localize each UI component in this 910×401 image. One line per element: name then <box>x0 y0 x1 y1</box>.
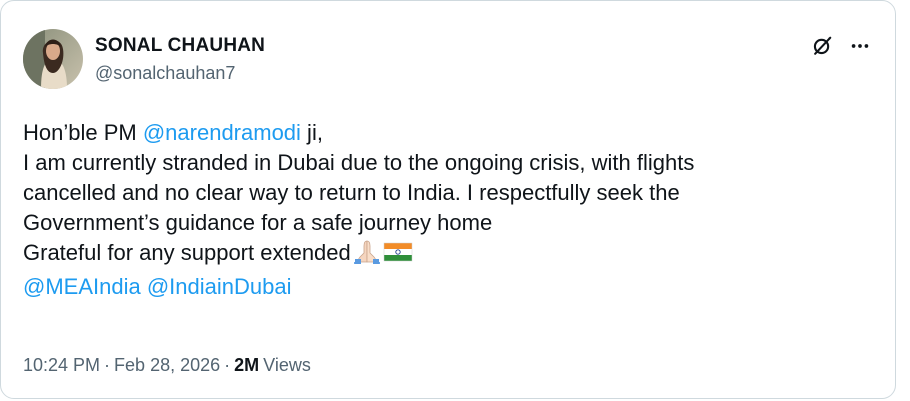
avatar[interactable] <box>23 29 83 89</box>
tweet-line-4: Government’s guidance for a safe journey… <box>23 210 493 235</box>
tweet-time[interactable]: 10:24 PM <box>23 355 100 376</box>
author-handle[interactable]: @sonalchauhan7 <box>95 63 265 84</box>
folded-hands-emoji-icon <box>352 238 382 272</box>
tweet-meta: 10:24 PM · Feb 28, 2026 · 2M Views <box>23 355 311 376</box>
grateful-text: Grateful for any support extended <box>23 240 351 265</box>
tweet-header: SONAL CHAUHAN @sonalchauhan7 <box>23 29 265 89</box>
mention-meaindia[interactable]: @MEAIndia <box>23 274 141 299</box>
tweet-line-1: Hon’ble PM @narendramodi ji, <box>23 118 873 148</box>
tweet-text: Hon’ble PM @narendramodi ji, I am curren… <box>23 118 873 302</box>
views-label: Views <box>263 355 311 375</box>
india-flag-emoji-icon <box>383 240 413 272</box>
greeting-suffix: ji, <box>300 120 323 145</box>
mention-narendramodi[interactable]: @narendramodi <box>143 120 301 145</box>
author-names: SONAL CHAUHAN @sonalchauhan7 <box>95 35 265 84</box>
more-options-icon[interactable] <box>849 35 871 57</box>
tweet-line-5: Grateful for any support extended <box>23 238 873 272</box>
tweet-date[interactable]: Feb 28, 2026 <box>114 355 220 376</box>
tweet-line-6: @MEAIndia @IndiainDubai <box>23 272 873 302</box>
top-actions <box>811 35 871 57</box>
mention-indiaindubai[interactable]: @IndiainDubai <box>147 274 292 299</box>
views-count[interactable]: 2M <box>234 355 259 376</box>
tweet-line-3: cancelled and no clear way to return to … <box>23 180 680 205</box>
tweet-card: SONAL CHAUHAN @sonalchauhan7 Hon’ble PM … <box>0 0 896 399</box>
greeting-prefix: Hon’ble PM <box>23 120 143 145</box>
grok-icon[interactable] <box>811 35 833 57</box>
meta-separator-2: · <box>224 355 231 375</box>
tweet-line-2: I am currently stranded in Dubai due to … <box>23 150 695 175</box>
author-display-name[interactable]: SONAL CHAUHAN <box>95 35 265 57</box>
meta-separator: · <box>104 355 111 375</box>
